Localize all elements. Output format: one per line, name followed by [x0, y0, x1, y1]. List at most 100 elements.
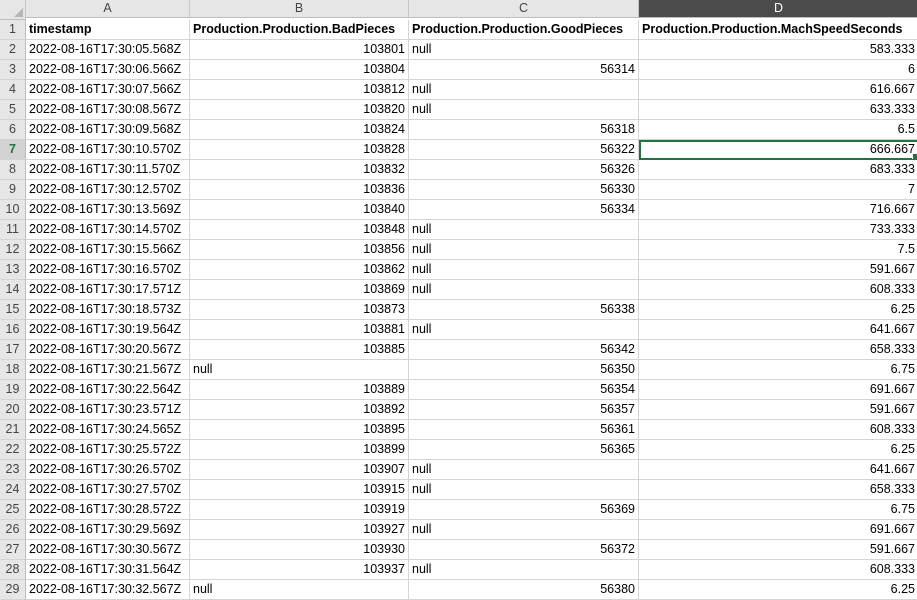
table-cell[interactable]: 2022-08-16T17:30:05.568Z — [26, 40, 190, 60]
table-cell[interactable]: 56322 — [409, 140, 639, 160]
row-header[interactable]: 5 — [0, 100, 26, 120]
row-header[interactable]: 3 — [0, 60, 26, 80]
table-cell[interactable]: 103885 — [190, 340, 409, 360]
row-header[interactable]: 4 — [0, 80, 26, 100]
table-cell[interactable]: 591.667 — [639, 260, 917, 280]
table-cell[interactable]: 716.667 — [639, 200, 917, 220]
table-cell[interactable]: 103892 — [190, 400, 409, 420]
table-cell[interactable]: 56318 — [409, 120, 639, 140]
table-cell[interactable]: 691.667 — [639, 520, 917, 540]
table-cell[interactable]: 2022-08-16T17:30:22.564Z — [26, 380, 190, 400]
table-cell[interactable]: 103820 — [190, 100, 409, 120]
table-cell[interactable]: 56314 — [409, 60, 639, 80]
table-cell[interactable]: 103881 — [190, 320, 409, 340]
table-cell[interactable]: 641.667 — [639, 460, 917, 480]
table-cell[interactable]: 6.5 — [639, 120, 917, 140]
table-cell[interactable]: null — [409, 460, 639, 480]
row-header[interactable]: 2 — [0, 40, 26, 60]
table-cell[interactable]: null — [409, 280, 639, 300]
table-cell[interactable]: 2022-08-16T17:30:26.570Z — [26, 460, 190, 480]
table-cell[interactable]: 616.667 — [639, 80, 917, 100]
table-cell[interactable]: 2022-08-16T17:30:13.569Z — [26, 200, 190, 220]
row-header[interactable]: 6 — [0, 120, 26, 140]
table-cell[interactable]: 103824 — [190, 120, 409, 140]
table-cell[interactable]: 2022-08-16T17:30:31.564Z — [26, 560, 190, 580]
row-header[interactable]: 28 — [0, 560, 26, 580]
table-cell[interactable]: 7.5 — [639, 240, 917, 260]
table-cell[interactable]: 2022-08-16T17:30:14.570Z — [26, 220, 190, 240]
table-cell[interactable]: 2022-08-16T17:30:12.570Z — [26, 180, 190, 200]
row-header[interactable]: 17 — [0, 340, 26, 360]
row-header[interactable]: 7 — [0, 140, 26, 160]
table-cell[interactable]: 6 — [639, 60, 917, 80]
table-cell[interactable]: null — [409, 220, 639, 240]
table-cell[interactable]: 2022-08-16T17:30:32.567Z — [26, 580, 190, 600]
table-cell[interactable]: 103927 — [190, 520, 409, 540]
table-cell[interactable]: 658.333 — [639, 340, 917, 360]
column-header-d[interactable]: D — [639, 0, 917, 18]
row-header[interactable]: 10 — [0, 200, 26, 220]
table-cell[interactable]: 591.667 — [639, 540, 917, 560]
row-header[interactable]: 24 — [0, 480, 26, 500]
table-cell[interactable]: 56357 — [409, 400, 639, 420]
table-cell[interactable]: 2022-08-16T17:30:21.567Z — [26, 360, 190, 380]
row-header[interactable]: 18 — [0, 360, 26, 380]
row-header[interactable]: 21 — [0, 420, 26, 440]
row-header[interactable]: 14 — [0, 280, 26, 300]
header-cell-badpieces[interactable]: Production.Production.BadPieces — [190, 20, 409, 40]
table-cell[interactable]: 56338 — [409, 300, 639, 320]
table-cell[interactable]: 56350 — [409, 360, 639, 380]
table-cell[interactable]: 56354 — [409, 380, 639, 400]
table-cell[interactable]: 6.25 — [639, 440, 917, 460]
table-cell[interactable]: null — [190, 580, 409, 600]
table-cell[interactable]: 2022-08-16T17:30:08.567Z — [26, 100, 190, 120]
active-cell[interactable]: 666.667 — [639, 140, 917, 160]
table-cell[interactable]: 103801 — [190, 40, 409, 60]
table-cell[interactable]: 103828 — [190, 140, 409, 160]
table-cell[interactable]: 6.75 — [639, 360, 917, 380]
table-cell[interactable]: 103873 — [190, 300, 409, 320]
row-header[interactable]: 22 — [0, 440, 26, 460]
table-cell[interactable]: 103856 — [190, 240, 409, 260]
table-cell[interactable]: 2022-08-16T17:30:30.567Z — [26, 540, 190, 560]
table-cell[interactable]: 2022-08-16T17:30:09.568Z — [26, 120, 190, 140]
table-cell[interactable]: 6.25 — [639, 580, 917, 600]
table-cell[interactable]: 2022-08-16T17:30:06.566Z — [26, 60, 190, 80]
table-cell[interactable]: 56372 — [409, 540, 639, 560]
table-cell[interactable]: 56365 — [409, 440, 639, 460]
row-header[interactable]: 19 — [0, 380, 26, 400]
table-cell[interactable]: 2022-08-16T17:30:27.570Z — [26, 480, 190, 500]
table-cell[interactable]: 7 — [639, 180, 917, 200]
table-cell[interactable]: null — [409, 100, 639, 120]
table-cell[interactable]: 691.667 — [639, 380, 917, 400]
row-header[interactable]: 25 — [0, 500, 26, 520]
table-cell[interactable]: 56361 — [409, 420, 639, 440]
table-cell[interactable]: 641.667 — [639, 320, 917, 340]
header-cell-goodpieces[interactable]: Production.Production.GoodPieces — [409, 20, 639, 40]
row-header[interactable]: 8 — [0, 160, 26, 180]
table-cell[interactable]: null — [409, 240, 639, 260]
select-all-corner[interactable] — [0, 0, 26, 20]
row-header[interactable]: 15 — [0, 300, 26, 320]
table-cell[interactable]: 56330 — [409, 180, 639, 200]
table-cell[interactable]: 103889 — [190, 380, 409, 400]
table-cell[interactable]: 56380 — [409, 580, 639, 600]
table-cell[interactable]: 2022-08-16T17:30:19.564Z — [26, 320, 190, 340]
table-cell[interactable]: 103907 — [190, 460, 409, 480]
header-cell-machspeedseconds[interactable]: Production.Production.MachSpeedSeconds — [639, 20, 917, 40]
table-cell[interactable]: 591.667 — [639, 400, 917, 420]
table-cell[interactable]: 633.333 — [639, 100, 917, 120]
table-cell[interactable]: 683.333 — [639, 160, 917, 180]
table-cell[interactable]: 2022-08-16T17:30:25.572Z — [26, 440, 190, 460]
table-cell[interactable]: 2022-08-16T17:30:11.570Z — [26, 160, 190, 180]
row-header[interactable]: 13 — [0, 260, 26, 280]
table-cell[interactable]: 2022-08-16T17:30:20.567Z — [26, 340, 190, 360]
table-cell[interactable]: 2022-08-16T17:30:24.565Z — [26, 420, 190, 440]
table-cell[interactable]: 2022-08-16T17:30:07.566Z — [26, 80, 190, 100]
table-cell[interactable]: null — [409, 320, 639, 340]
table-cell[interactable]: 103848 — [190, 220, 409, 240]
table-cell[interactable]: 583.333 — [639, 40, 917, 60]
table-cell[interactable]: 2022-08-16T17:30:18.573Z — [26, 300, 190, 320]
row-header[interactable]: 20 — [0, 400, 26, 420]
table-cell[interactable]: 2022-08-16T17:30:15.566Z — [26, 240, 190, 260]
